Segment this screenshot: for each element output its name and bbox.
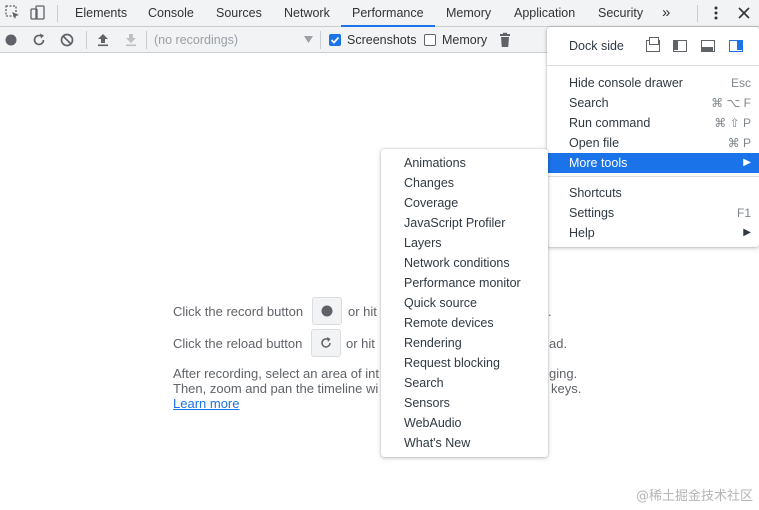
submenu-arrow-icon: ▶	[743, 157, 751, 168]
more-options-icon[interactable]	[707, 4, 725, 22]
tab-network[interactable]: Network	[282, 0, 332, 27]
tab-separator	[697, 5, 698, 22]
menu-item-shortcut: ⌘ ⇧ P	[714, 116, 751, 130]
after-recording-line1: After recording, select an area of int	[173, 366, 379, 381]
menu-item-label: Open file	[569, 136, 620, 150]
menu-item-label: Hide console drawer	[569, 76, 683, 90]
submenu-item-remote-devices[interactable]: Remote devices	[381, 313, 548, 333]
after-recording-line2-end: keys.	[551, 381, 582, 396]
clear-icon[interactable]	[58, 31, 76, 49]
after-recording-line1-end: ging.	[549, 366, 578, 381]
tab-sources[interactable]: Sources	[214, 0, 264, 27]
tabs-overflow-button[interactable]: »	[660, 0, 672, 27]
recordings-select-value: (no recordings)	[154, 33, 239, 47]
screenshots-checkbox[interactable]	[329, 34, 341, 46]
record-icon[interactable]	[2, 31, 20, 49]
landing-record-button[interactable]	[312, 297, 342, 325]
submenu-item-sensors[interactable]: Sensors	[381, 393, 548, 413]
customize-devtools-menu: Dock side Hide console drawer Esc Search…	[547, 27, 759, 247]
submenu-item-quick-source[interactable]: Quick source	[381, 293, 548, 313]
tab-performance[interactable]: Performance	[341, 0, 435, 27]
dock-left-icon[interactable]	[673, 40, 687, 52]
menu-item-shortcut: F1	[736, 206, 751, 220]
menu-item-shortcut: Esc	[730, 76, 751, 90]
record-icon	[321, 305, 333, 317]
chevron-down-icon	[304, 36, 313, 43]
tab-console[interactable]: Console	[146, 0, 196, 27]
menu-item-label: Settings	[569, 206, 615, 220]
record-instruction-prefix: Click the record button	[173, 304, 304, 319]
toolbar-separator	[86, 31, 87, 49]
after-recording-line2: Then, zoom and pan the timeline wi	[173, 381, 379, 396]
menu-item-label: More tools	[569, 156, 628, 170]
dock-side-label: Dock side	[569, 39, 624, 53]
menu-item-open-file[interactable]: Open file ⌘ P	[547, 133, 759, 153]
learn-more-link[interactable]: Learn more	[173, 396, 239, 411]
submenu-item-changes[interactable]: Changes	[381, 173, 548, 193]
checkmark-icon	[330, 36, 340, 44]
submenu-item-whats-new[interactable]: What's New	[381, 433, 548, 453]
watermark: @稀土掘金技术社区	[635, 489, 753, 504]
menu-item-label: Run command	[569, 116, 651, 130]
devtools-tab-bar: Elements Console Sources Network Perform…	[0, 0, 759, 27]
inspect-element-icon[interactable]	[4, 4, 22, 22]
reload-instruction-prefix: Click the reload button	[173, 336, 303, 351]
menu-item-shortcut: ⌘ P	[727, 136, 751, 150]
memory-label[interactable]: Memory	[442, 27, 487, 53]
submenu-item-performance-monitor[interactable]: Performance monitor	[381, 273, 548, 293]
trash-icon[interactable]	[496, 31, 514, 49]
dock-bottom-icon[interactable]	[701, 40, 715, 52]
device-toolbar-icon[interactable]	[29, 4, 47, 22]
menu-item-shortcuts[interactable]: Shortcuts	[547, 183, 759, 203]
menu-item-help[interactable]: Help ▶	[547, 223, 759, 243]
menu-item-label: Help	[569, 226, 595, 240]
record-instruction-or: or hit	[348, 304, 377, 319]
submenu-item-rendering[interactable]: Rendering	[381, 333, 548, 353]
submenu-item-javascript-profiler[interactable]: JavaScript Profiler	[381, 213, 548, 233]
menu-item-run-command[interactable]: Run command ⌘ ⇧ P	[547, 113, 759, 133]
toolbar-separator	[146, 31, 147, 49]
toolbar-separator	[320, 31, 321, 49]
submenu-arrow-icon: ▶	[743, 227, 751, 238]
tab-separator	[57, 5, 58, 22]
menu-item-more-tools[interactable]: More tools ▶	[547, 153, 759, 173]
submenu-item-request-blocking[interactable]: Request blocking	[381, 353, 548, 373]
reload-instruction-tail: ad.	[549, 336, 568, 351]
load-profile-icon[interactable]	[94, 31, 112, 49]
menu-item-label: Search	[569, 96, 609, 110]
close-icon[interactable]	[735, 4, 753, 22]
undock-icon[interactable]	[646, 37, 660, 52]
submenu-item-network-conditions[interactable]: Network conditions	[381, 253, 548, 273]
more-tools-submenu: Animations Changes Coverage JavaScript P…	[381, 149, 548, 457]
tab-memory[interactable]: Memory	[444, 0, 493, 27]
dock-right-icon[interactable]	[729, 40, 743, 52]
save-profile-icon[interactable]	[122, 31, 140, 49]
menu-item-shortcut: ⌘ ⌥ F	[711, 96, 751, 110]
record-instruction-tail: .	[548, 304, 552, 319]
menu-item-label: Shortcuts	[569, 186, 622, 200]
screenshots-label[interactable]: Screenshots	[347, 27, 416, 53]
menu-separator	[547, 65, 759, 66]
tab-elements[interactable]: Elements	[73, 0, 129, 27]
menu-separator	[547, 176, 759, 177]
recordings-select[interactable]: (no recordings)	[150, 29, 318, 51]
menu-item-hide-console-drawer[interactable]: Hide console drawer Esc	[547, 73, 759, 93]
reload-icon[interactable]	[30, 31, 48, 49]
memory-checkbox[interactable]	[424, 34, 436, 46]
tab-application[interactable]: Application	[512, 0, 577, 27]
menu-item-search[interactable]: Search ⌘ ⌥ F	[547, 93, 759, 113]
submenu-item-webaudio[interactable]: WebAudio	[381, 413, 548, 433]
submenu-item-animations[interactable]: Animations	[381, 153, 548, 173]
submenu-item-layers[interactable]: Layers	[381, 233, 548, 253]
reload-instruction-or: or hit	[346, 336, 375, 351]
tab-security[interactable]: Security	[596, 0, 645, 27]
submenu-item-search[interactable]: Search	[381, 373, 548, 393]
landing-reload-button[interactable]	[311, 329, 341, 357]
reload-icon	[321, 337, 331, 348]
menu-item-settings[interactable]: Settings F1	[547, 203, 759, 223]
submenu-item-coverage[interactable]: Coverage	[381, 193, 548, 213]
